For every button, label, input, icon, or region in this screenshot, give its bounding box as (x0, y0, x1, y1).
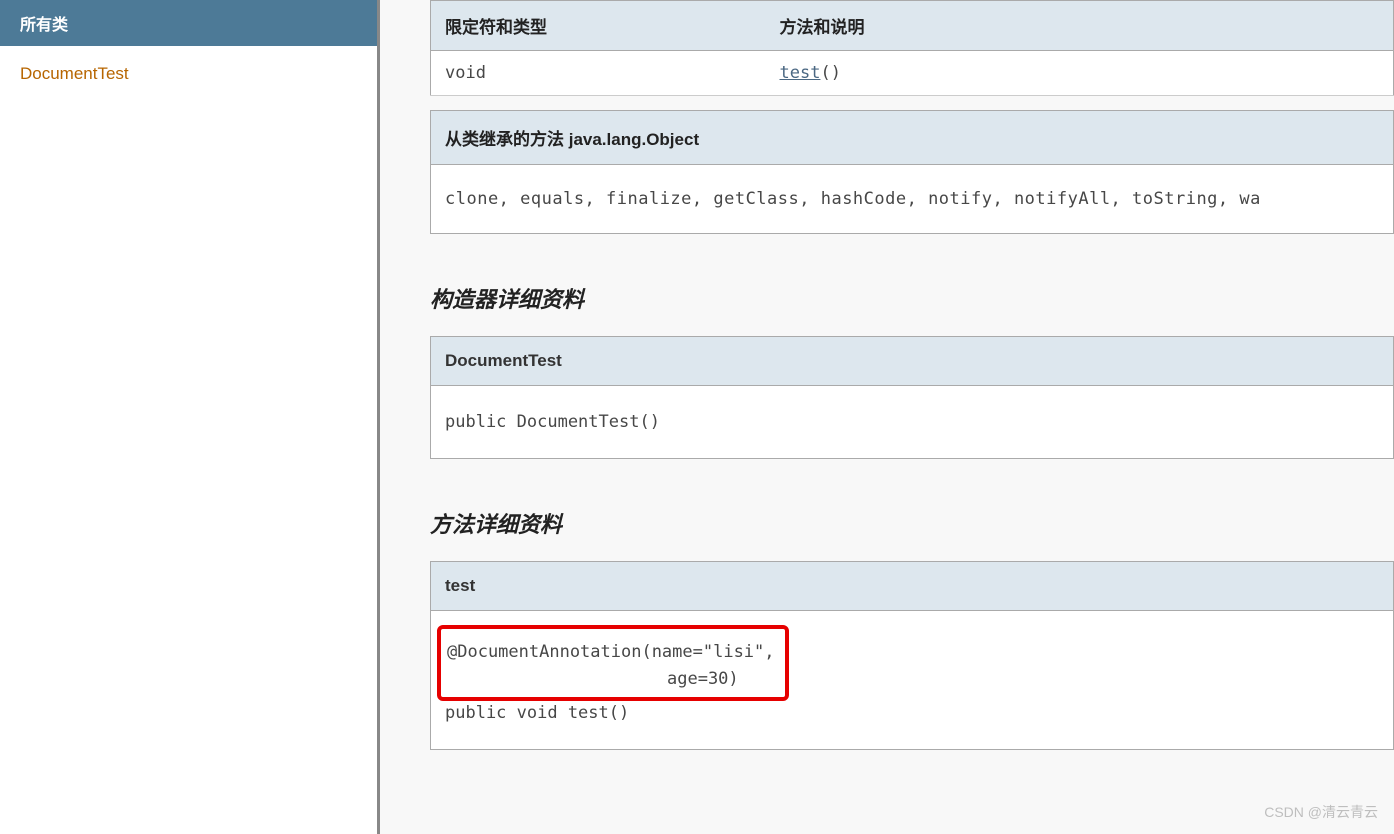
method-signature-text: public void test() (445, 703, 629, 723)
sidebar-header-all-classes: 所有类 (0, 0, 377, 46)
annotation-highlight: @DocumentAnnotation(name="lisi", age=30) (437, 625, 789, 701)
constructor-detail-box: DocumentTest public DocumentTest() (430, 336, 1394, 459)
method-detail-heading: 方法详细资料 (430, 507, 1394, 539)
method-signature-body: @DocumentAnnotation(name="lisi", age=30)… (431, 611, 1393, 749)
table-header-row: 限定符和类型 方法和说明 (431, 1, 1394, 51)
inherited-methods-list: clone, equals, finalize, getClass, hashC… (430, 165, 1394, 234)
method-detail-box: test @DocumentAnnotation(name="lisi", ag… (430, 561, 1394, 750)
constructor-name-header: DocumentTest (431, 337, 1393, 386)
method-summary-table: 限定符和类型 方法和说明 void test() (430, 0, 1394, 96)
sidebar-class-list: DocumentTest (0, 46, 377, 102)
constructor-detail-heading: 构造器详细资料 (430, 282, 1394, 314)
main-content: 限定符和类型 方法和说明 void test() 从类继承的方法 java.la… (380, 0, 1394, 834)
method-name-header: test (431, 562, 1393, 611)
method-link-test[interactable]: test (780, 63, 821, 83)
table-row: void test() (431, 51, 1394, 96)
inherited-methods-header: 从类继承的方法 java.lang.Object (430, 110, 1394, 165)
annotation-line-1: @DocumentAnnotation(name="lisi", (447, 642, 775, 662)
sidebar: 所有类 DocumentTest (0, 0, 380, 834)
sidebar-item-documenttest[interactable]: DocumentTest (20, 64, 129, 83)
cell-method: test() (766, 51, 1394, 96)
watermark: CSDN @清云青云 (1264, 802, 1378, 822)
col-method-desc: 方法和说明 (766, 1, 1394, 51)
annotation-line-2: age=30) (667, 669, 739, 689)
constructor-signature: public DocumentTest() (431, 386, 1393, 458)
col-modifier-type: 限定符和类型 (431, 1, 766, 51)
cell-modifier: void (431, 51, 766, 96)
